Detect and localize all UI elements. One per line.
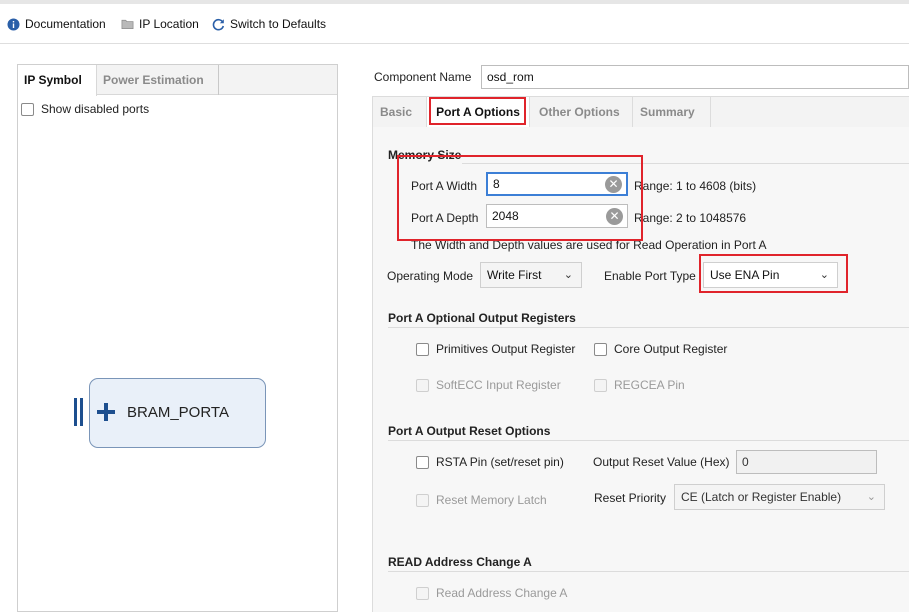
reset-options-divider (388, 440, 909, 441)
bram-porta-block[interactable]: BRAM_PORTA (89, 378, 266, 448)
component-name-input[interactable]: osd_rom (481, 65, 909, 89)
reset-options-title: Port A Output Reset Options (388, 424, 551, 438)
port-a-depth-range: Range: 2 to 1048576 (634, 211, 747, 225)
rsta-pin-checkbox[interactable] (416, 455, 429, 469)
show-disabled-ports-row[interactable]: Show disabled ports (21, 102, 149, 116)
core-output-register-label: Core Output Register (614, 342, 728, 356)
reset-memory-latch-row: Reset Memory Latch (416, 493, 547, 507)
tab-power-estimation[interactable]: Power Estimation (97, 65, 219, 95)
documentation-button[interactable]: Documentation (7, 16, 106, 32)
folder-icon (121, 18, 134, 31)
regcea-pin-checkbox (594, 378, 607, 392)
reset-priority-value: CE (Latch or Register Enable) (681, 490, 842, 504)
switch-defaults-button[interactable]: Switch to Defaults (212, 16, 326, 32)
highlight-port-a-tab (429, 97, 526, 125)
reset-memory-latch-checkbox (416, 493, 429, 507)
toolbar: Documentation IP Location Switch to Defa… (0, 0, 909, 44)
port-a-width-range: Range: 1 to 4608 (bits) (634, 179, 757, 193)
primitives-output-register-label: Primitives Output Register (436, 342, 576, 356)
operating-mode-value: Write First (487, 268, 542, 282)
switch-defaults-label: Switch to Defaults (230, 17, 327, 31)
refresh-icon (212, 18, 225, 31)
core-output-register-row[interactable]: Core Output Register (594, 342, 727, 356)
port-bus-bars (74, 398, 84, 426)
operating-mode-label: Operating Mode (387, 269, 474, 283)
reset-priority-label: Reset Priority (594, 491, 667, 505)
primitives-output-register-row[interactable]: Primitives Output Register (416, 342, 575, 356)
output-registers-divider (388, 327, 909, 328)
show-disabled-ports-label: Show disabled ports (41, 102, 150, 116)
info-icon (7, 18, 20, 31)
enable-port-type-label: Enable Port Type (604, 269, 696, 283)
chevron-down-icon: ⌄ (563, 269, 573, 281)
core-output-register-checkbox[interactable] (594, 342, 607, 356)
output-reset-value-label: Output Reset Value (Hex) (593, 455, 730, 469)
softecc-input-register-checkbox (416, 378, 429, 392)
plus-icon[interactable] (95, 397, 117, 427)
reset-priority-dropdown: CE (Latch or Register Enable) ⌄ (674, 484, 885, 510)
read-address-change-checkbox (416, 586, 429, 600)
softecc-input-register-label: SoftECC Input Register (436, 378, 561, 392)
ip-location-button[interactable]: IP Location (121, 16, 199, 32)
softecc-input-register-row: SoftECC Input Register (416, 378, 561, 392)
chevron-down-icon: ⌄ (866, 491, 876, 503)
output-reset-value-input[interactable]: 0 (736, 450, 877, 474)
read-address-divider (388, 571, 909, 572)
tab-ip-symbol[interactable]: IP Symbol (18, 65, 97, 96)
regcea-pin-label: REGCEA Pin (614, 378, 685, 392)
rsta-pin-row[interactable]: RSTA Pin (set/reset pin) (416, 455, 564, 469)
read-address-change-row: Read Address Change A (416, 586, 567, 600)
tab-summary[interactable]: Summary (633, 97, 711, 127)
ip-location-label: IP Location (139, 17, 199, 31)
tab-basic[interactable]: Basic (373, 97, 427, 127)
operating-mode-dropdown[interactable]: Write First ⌄ (480, 262, 582, 288)
documentation-label: Documentation (25, 17, 106, 31)
ip-symbol-panel: IP Symbol Power Estimation Show disabled… (17, 64, 338, 612)
highlight-enable-port-type (699, 254, 848, 293)
tab-other-options[interactable]: Other Options (530, 97, 633, 127)
highlight-memory-size (397, 155, 643, 241)
component-name-label: Component Name (374, 70, 472, 84)
output-registers-title: Port A Optional Output Registers (388, 311, 576, 325)
reset-memory-latch-label: Reset Memory Latch (436, 493, 547, 507)
show-disabled-ports-checkbox[interactable] (21, 102, 34, 116)
primitives-output-register-checkbox[interactable] (416, 342, 429, 356)
read-address-change-label: Read Address Change A (436, 586, 568, 600)
read-address-title: READ Address Change A (388, 555, 532, 569)
rsta-pin-label: RSTA Pin (set/reset pin) (436, 455, 564, 469)
left-tab-bar: IP Symbol Power Estimation (18, 65, 337, 96)
regcea-pin-row: REGCEA Pin (594, 378, 685, 392)
bram-porta-label: BRAM_PORTA (127, 404, 229, 421)
